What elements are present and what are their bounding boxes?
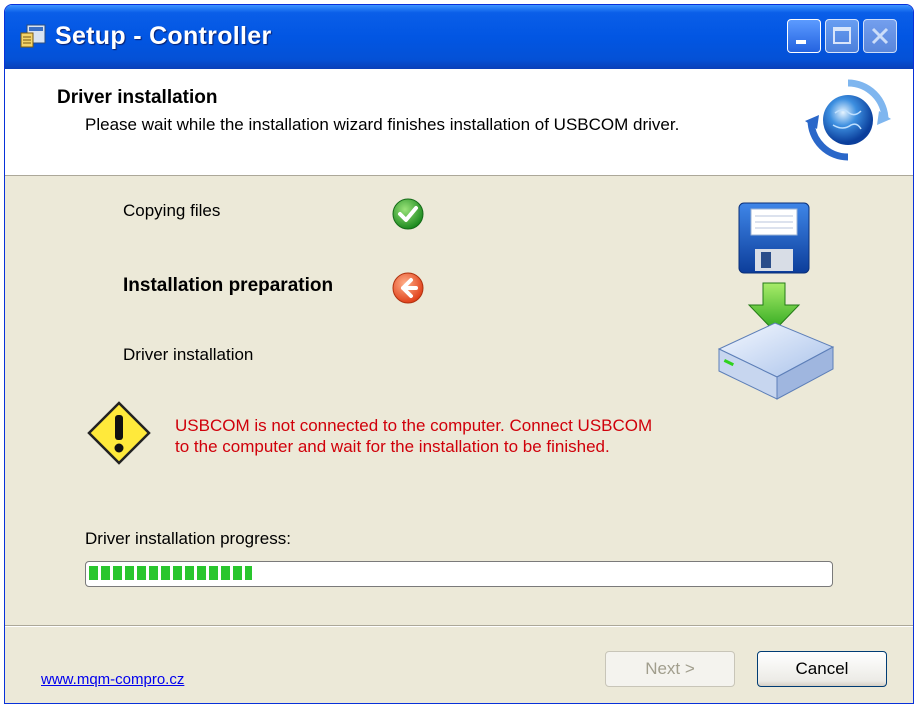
minimize-button[interactable] (787, 19, 821, 53)
footer-divider (5, 625, 913, 627)
wizard-header: Driver installation Please wait while th… (5, 69, 913, 176)
setup-app-icon (20, 24, 46, 48)
setup-window: Setup - Controller Driver installation P… (4, 4, 914, 704)
website-link[interactable]: www.mqm-compro.cz (41, 671, 184, 688)
page-title: Driver installation (57, 87, 218, 108)
usb-not-connected-warning: USBCOM is not connected to the computer.… (175, 415, 735, 457)
title-bar[interactable]: Setup - Controller (5, 5, 913, 69)
close-button[interactable] (863, 19, 897, 53)
next-button[interactable]: Next > (605, 651, 735, 687)
maximize-icon (833, 27, 851, 44)
cancel-button[interactable]: Cancel (757, 651, 887, 687)
driver-progress-bar (85, 561, 833, 587)
check-icon (392, 198, 424, 230)
maximize-button[interactable] (825, 19, 859, 53)
step-installation-preparation: Installation preparation (123, 275, 334, 296)
page-subtitle: Please wait while the installation wizar… (85, 115, 680, 134)
close-icon (871, 27, 889, 45)
globe-refresh-icon (805, 79, 891, 161)
disk-install-icon (717, 202, 835, 400)
step-driver-installation: Driver installation (123, 345, 254, 364)
minimize-icon (796, 40, 806, 44)
step-copying-files: Copying files (123, 201, 221, 220)
window-title: Setup - Controller (55, 22, 272, 50)
warning-icon (87, 401, 151, 465)
progress-label: Driver installation progress: (85, 529, 291, 548)
warning-line-2: to the computer and wait for the install… (175, 437, 610, 456)
arrow-left-icon (392, 272, 424, 304)
warning-line-1: USBCOM is not connected to the computer.… (175, 416, 653, 435)
progress-fill (89, 566, 252, 580)
